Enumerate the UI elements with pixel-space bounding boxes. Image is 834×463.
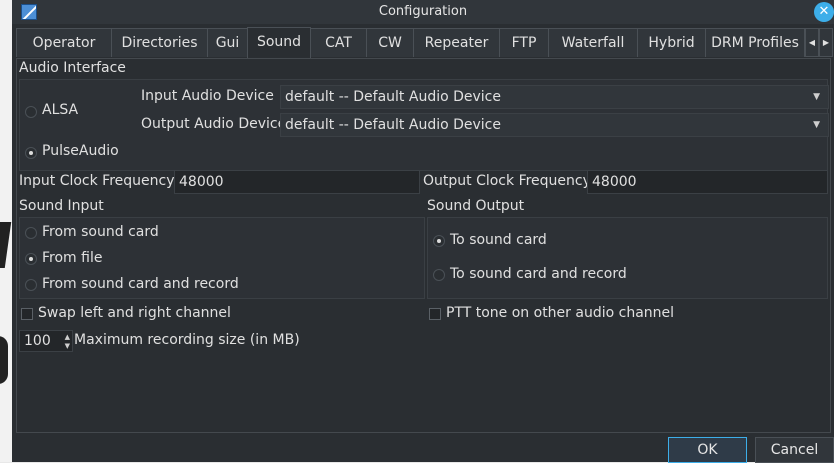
swap-channels-checkbox[interactable] [21,308,33,320]
audio-interface-title: Audio Interface [19,60,126,76]
from-sound-card-radio[interactable] [25,227,37,239]
tab-scroll-right-icon[interactable]: ▶ [819,28,833,57]
ok-button[interactable]: OK [668,437,747,463]
max-recording-spinbox[interactable]: 100 ▲ ▼ [19,330,73,352]
tab-sound[interactable]: Sound [247,27,311,58]
pulseaudio-radio[interactable] [25,147,37,159]
configuration-dialog: Configuration ✕ Operator Directories Gui… [12,0,834,463]
output-device-label: Output Audio Device [141,116,287,132]
pulseaudio-label: PulseAudio [42,143,119,159]
input-device-select[interactable]: default -- Default Audio Device ▼ [280,85,829,109]
chevron-down-icon: ▼ [813,92,820,102]
output-clock-field[interactable]: 48000 [587,170,828,194]
tab-waterfall[interactable]: Waterfall [548,28,638,57]
tab-cat[interactable]: CAT [310,28,367,57]
input-clock-label: Input Clock Frequency [19,173,175,189]
to-sound-card-label: To sound card [450,232,547,248]
alsa-radio[interactable] [25,106,37,118]
tab-bar: Operator Directories Gui Sound CAT CW Re… [12,27,834,58]
audio-interface-group: ALSA PulseAudio Input Audio Device defau… [19,79,829,171]
to-sound-card-and-record-label: To sound card and record [450,266,627,282]
chevron-down-icon: ▼ [813,120,820,130]
sound-output-group: To sound card To sound card and record [427,217,828,299]
alsa-label: ALSA [42,102,79,118]
max-recording-label: Maximum recording size (in MB) [74,332,300,348]
tab-cw[interactable]: CW [366,28,414,57]
tab-repeater[interactable]: Repeater [413,28,500,57]
max-recording-value: 100 [24,333,51,349]
window-title: Configuration [378,4,468,19]
input-device-label: Input Audio Device [141,88,274,104]
from-sound-card-label: From sound card [42,224,159,240]
tab-drm-profiles[interactable]: DRM Profiles [705,28,805,57]
from-sound-card-and-record-radio[interactable] [25,279,37,291]
to-sound-card-radio[interactable] [433,235,445,247]
close-icon[interactable]: ✕ [814,2,834,22]
tab-directories[interactable]: Directories [111,28,208,57]
tab-hybrid[interactable]: Hybrid [637,28,706,57]
tab-operator[interactable]: Operator [16,28,112,57]
title-bar: Configuration ✕ [12,0,834,24]
output-clock-label: Output Clock Frequency [423,173,591,189]
cancel-button[interactable]: Cancel [755,437,834,463]
input-device-value: default -- Default Audio Device [285,89,501,105]
sound-input-group: From sound card From file From sound car… [19,217,425,299]
background-glyph [0,222,12,268]
sound-output-title: Sound Output [427,198,525,214]
spin-down-icon[interactable]: ▼ [65,342,70,350]
from-file-radio[interactable] [25,253,37,265]
background-glyph [0,336,8,384]
sound-tab-panel: Audio Interface ALSA PulseAudio Input Au… [16,58,831,433]
from-file-label: From file [42,250,103,266]
from-sound-card-and-record-label: From sound card and record [42,276,239,292]
sound-input-title: Sound Input [19,198,104,214]
output-device-select[interactable]: default -- Default Audio Device ▼ [280,113,829,137]
spin-up-icon[interactable]: ▲ [65,333,70,341]
tab-ftp[interactable]: FTP [499,28,549,57]
tab-gui[interactable]: Gui [207,28,248,57]
tab-scroll-left-icon[interactable]: ◀ [805,28,819,57]
swap-channels-label: Swap left and right channel [38,305,231,321]
input-clock-field[interactable]: 48000 [174,170,420,194]
to-sound-card-and-record-radio[interactable] [433,269,445,281]
ptt-tone-label: PTT tone on other audio channel [446,305,675,321]
ptt-tone-checkbox[interactable] [429,308,441,320]
output-device-value: default -- Default Audio Device [285,117,501,133]
